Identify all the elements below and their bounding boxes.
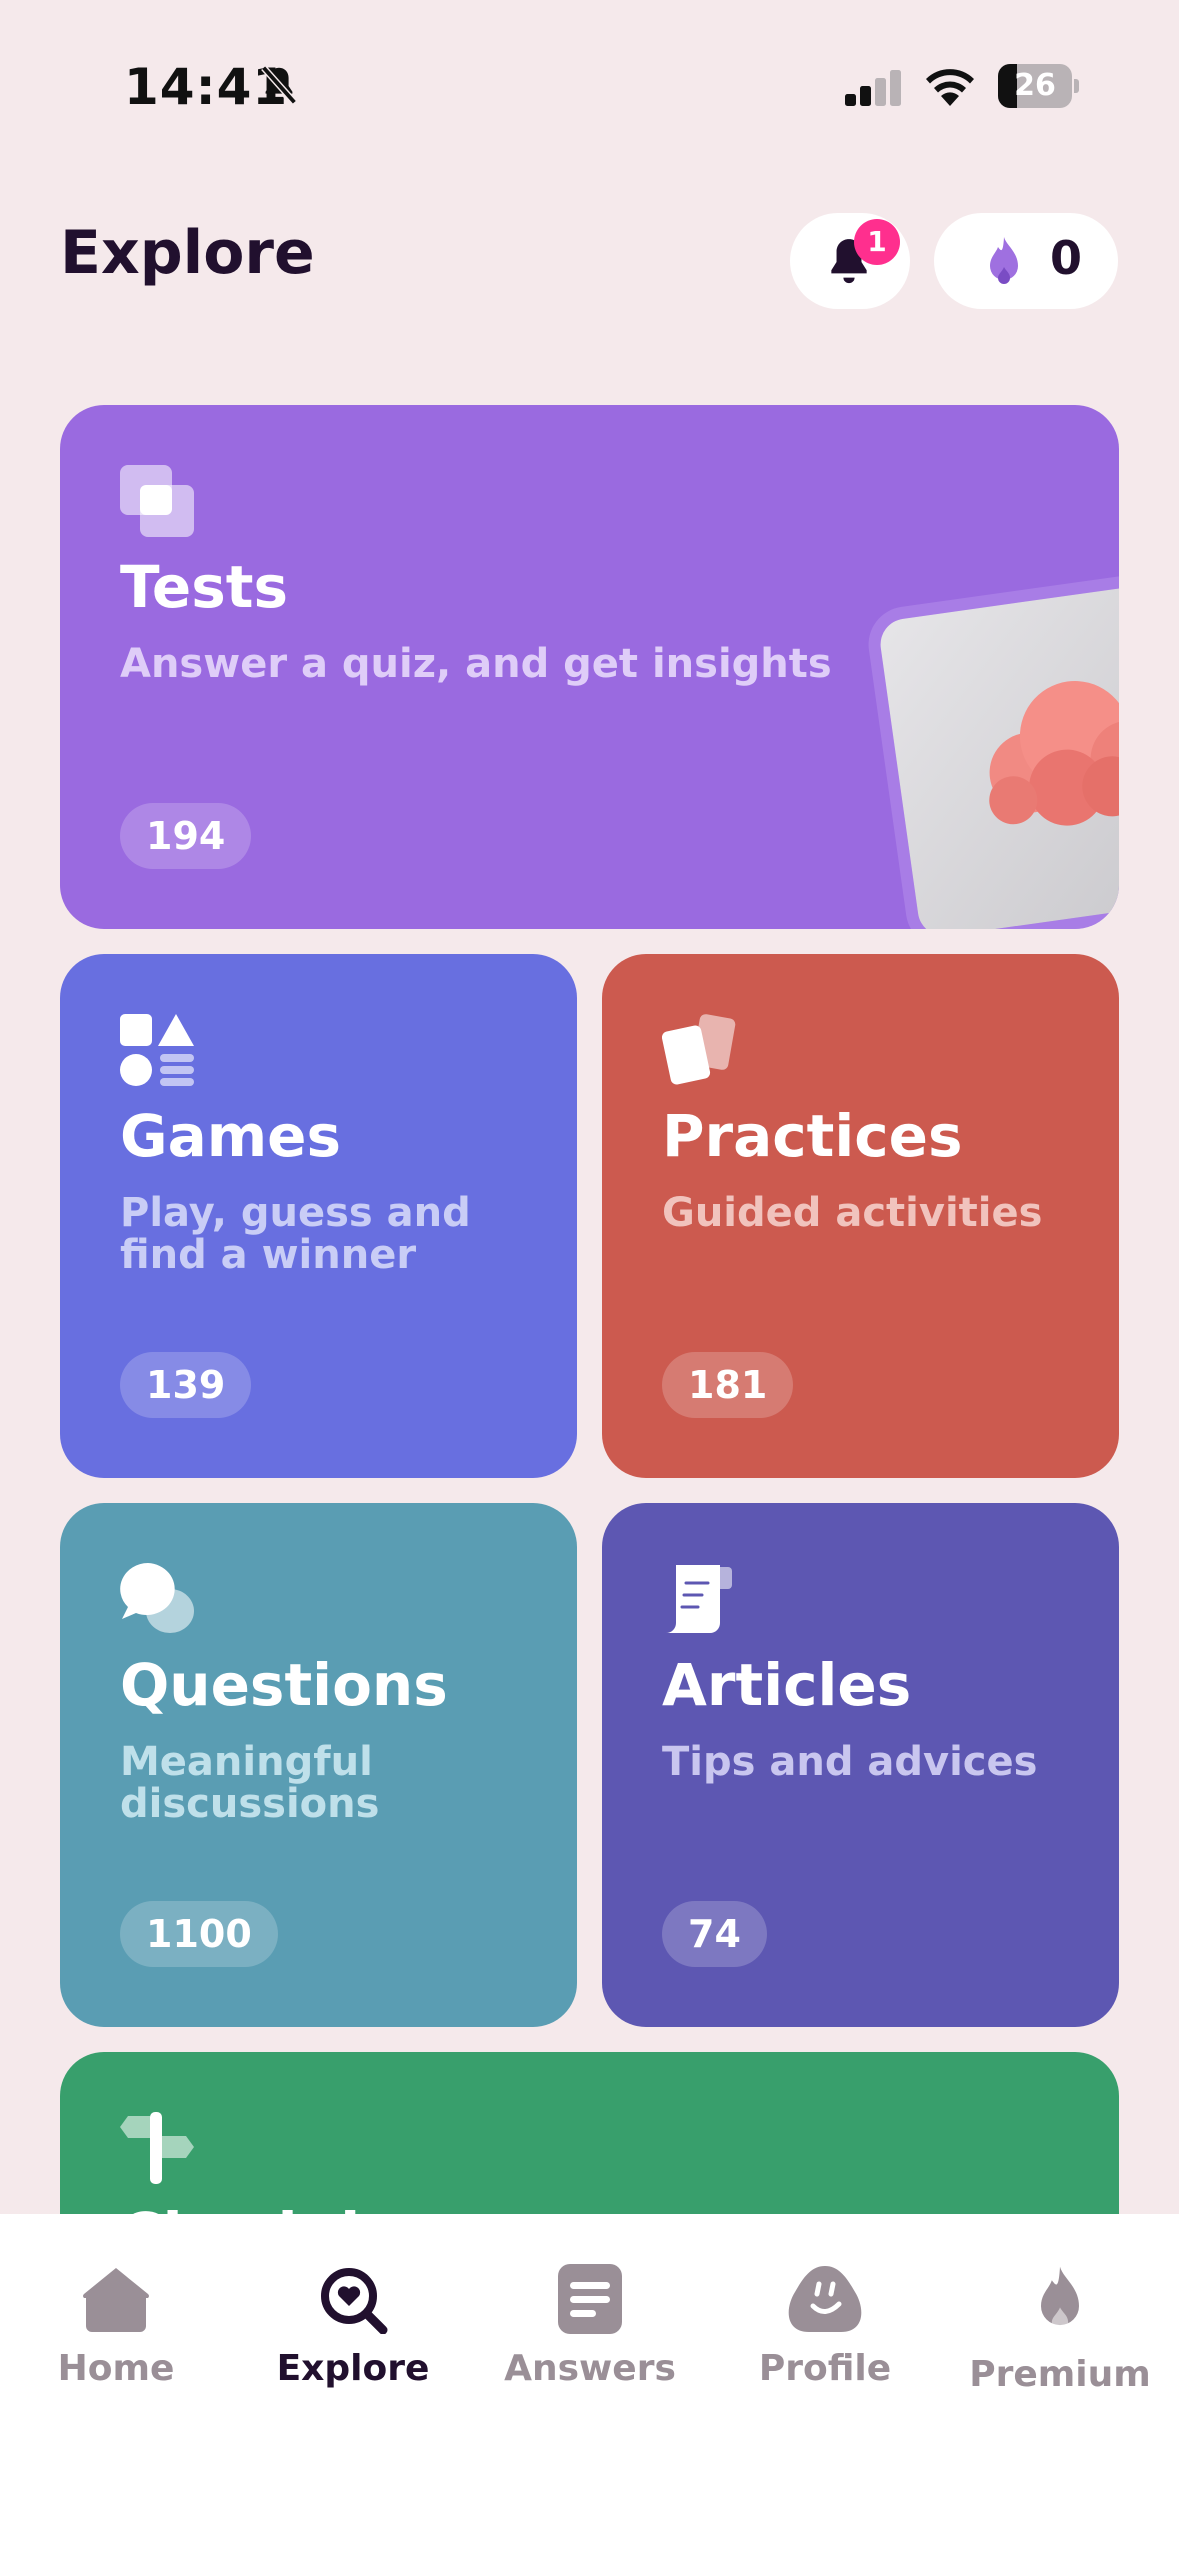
page-title: Explore (60, 218, 315, 288)
tab-premium[interactable]: Premium (960, 2264, 1160, 2414)
flame-icon (990, 237, 1018, 284)
tab-answers[interactable]: Answers (490, 2264, 690, 2414)
tab-explore-label: Explore (276, 2348, 430, 2389)
games-subtitle-line2: find a winner (120, 1232, 417, 1278)
flame-counter-button[interactable]: 0 (934, 213, 1118, 309)
tests-card[interactable]: Tests Answer a quiz, and get insights 19… (60, 405, 1119, 929)
cellular-signal-icon (845, 70, 901, 106)
games-shapes-icon (120, 1014, 194, 1086)
cloud-icon (989, 681, 1119, 826)
status-bar: 14:41 26 (0, 0, 1179, 170)
practices-title: Practices (662, 1102, 963, 1170)
notification-badge: 1 (854, 219, 900, 265)
explore-icon (321, 2268, 388, 2334)
questions-subtitle: Meaningful discussions (120, 1741, 379, 1825)
tab-profile-label: Profile (758, 2348, 892, 2389)
articles-count-badge: 74 (662, 1901, 767, 1967)
practices-count-badge: 181 (662, 1352, 794, 1418)
games-subtitle-line1: Play, guess and (120, 1190, 471, 1236)
games-card[interactable]: Games Play, guess and find a winner 139 (60, 954, 577, 1478)
battery-level: 26 (1014, 68, 1056, 103)
tests-count-badge: 194 (120, 803, 252, 869)
practices-subtitle: Guided activities (662, 1190, 1043, 1236)
questions-count-badge: 1100 (120, 1901, 278, 1967)
home-icon (83, 2268, 149, 2332)
questions-subtitle-line2: discussions (120, 1781, 380, 1827)
signpost-icon (120, 2112, 194, 2184)
premium-flame-icon (1041, 2266, 1079, 2331)
articles-subtitle: Tips and advices (662, 1739, 1038, 1785)
silent-mode-icon (261, 65, 297, 105)
practices-cards-icon (662, 1014, 736, 1085)
tab-home[interactable]: Home (16, 2264, 216, 2414)
tab-explore[interactable]: Explore (253, 2264, 453, 2414)
questions-card[interactable]: Questions Meaningful discussions 1100 (60, 1503, 577, 2027)
practices-card[interactable]: Practices Guided activities 181 (602, 954, 1119, 1478)
tests-icon (120, 465, 194, 537)
flame-count: 0 (1050, 231, 1083, 285)
notifications-button[interactable]: 1 (790, 213, 910, 309)
games-count-badge: 139 (120, 1352, 252, 1418)
games-subtitle: Play, guess and find a winner (120, 1192, 471, 1276)
articles-title: Articles (662, 1651, 912, 1719)
answers-icon (558, 2264, 622, 2334)
profile-icon (788, 2266, 862, 2332)
questions-title: Questions (120, 1651, 448, 1719)
scroll-icon (666, 1565, 732, 1633)
tests-cloud-illustration (877, 580, 1119, 929)
tests-subtitle: Answer a quiz, and get insights (120, 641, 832, 687)
tab-profile[interactable]: Profile (725, 2264, 925, 2414)
battery-icon: 26 (998, 64, 1079, 108)
wifi-icon (926, 69, 974, 106)
chat-bubbles-icon (120, 1563, 194, 1633)
bottom-tab-bar: Home Explore Answers Profile Premium (0, 2214, 1179, 2556)
tab-answers-label: Answers (504, 2348, 676, 2389)
games-title: Games (120, 1102, 342, 1170)
tab-home-label: Home (57, 2348, 175, 2389)
tests-title: Tests (120, 553, 288, 621)
questions-subtitle-line1: Meaningful (120, 1739, 373, 1785)
articles-card[interactable]: Articles Tips and advices 74 (602, 1503, 1119, 2027)
tab-premium-label: Premium (969, 2354, 1151, 2395)
